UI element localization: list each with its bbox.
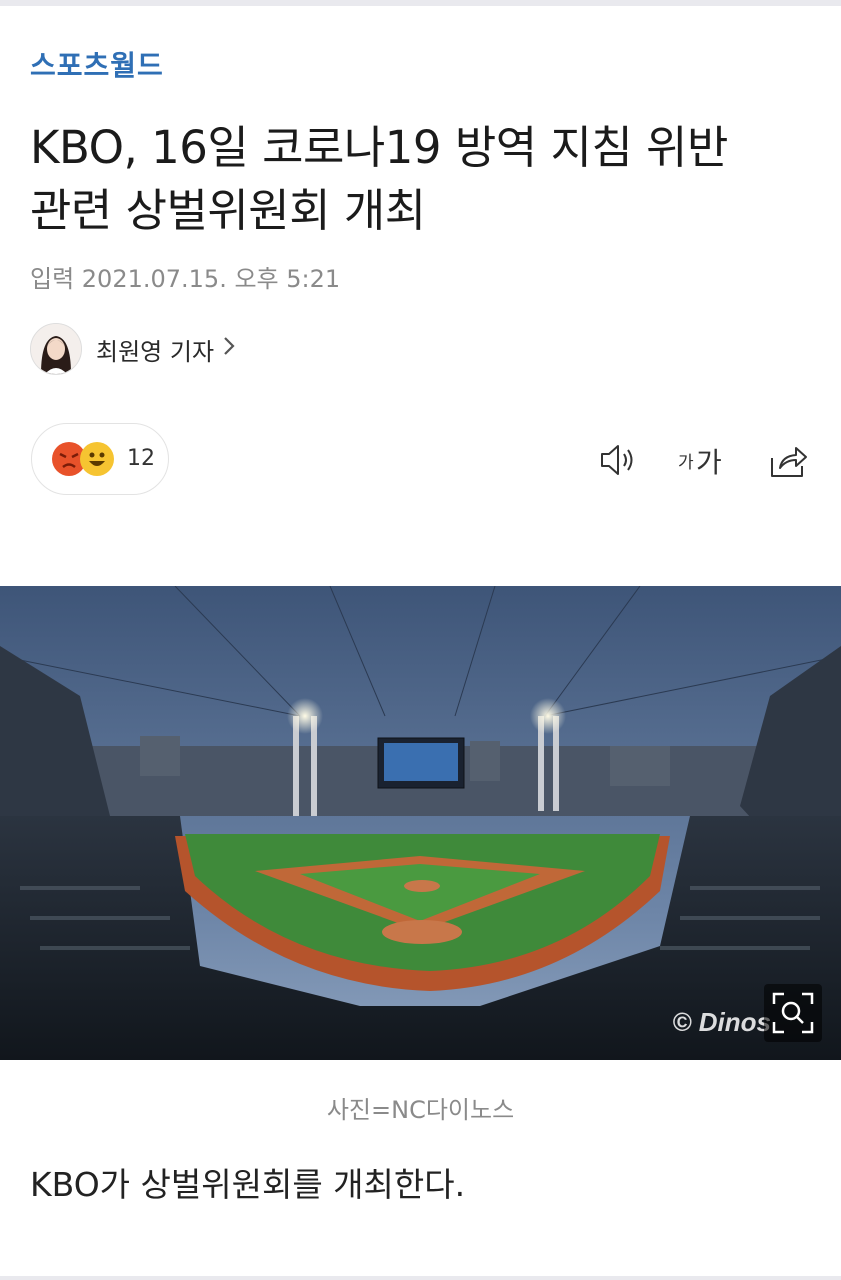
zoom-icon[interactable] xyxy=(764,984,822,1042)
article-body-text: KBO가 상벌위원회를 개최한다. xyxy=(30,1165,466,1204)
reporter-link[interactable]: 최원영 기자 xyxy=(30,322,236,376)
reaction-button[interactable]: 12 xyxy=(31,423,169,495)
article-photo[interactable]: © Dinos xyxy=(0,586,841,1060)
share-icon[interactable] xyxy=(766,438,810,482)
article-title: KBO, 16일 코로나19 방역 지침 위반 관련 상벌위원회 개최 xyxy=(30,116,820,242)
reporter-avatar xyxy=(30,323,82,375)
publisher-logo[interactable]: 스포츠월드 xyxy=(30,46,164,86)
top-status-strip xyxy=(0,0,841,6)
reaction-count: 12 xyxy=(127,446,155,471)
happy-emoji-icon xyxy=(80,442,114,476)
title-line-1: KBO, 16일 코로나19 방역 지침 위반 xyxy=(30,121,728,174)
photo-watermark: © Dinos xyxy=(672,1007,771,1037)
bottom-strip xyxy=(0,1276,841,1280)
publish-date: 입력 2021.07.15. 오후 5:21 xyxy=(30,265,341,293)
title-line-2: 관련 상벌위원회 개최 xyxy=(30,184,426,237)
photo-caption: 사진=NC다이노스 xyxy=(326,1096,515,1124)
reporter-name: 최원영 기자 xyxy=(96,337,215,366)
speaker-icon[interactable] xyxy=(596,438,640,482)
chevron-right-icon xyxy=(222,335,236,363)
font-size-button[interactable]: 가 가 xyxy=(676,438,732,482)
